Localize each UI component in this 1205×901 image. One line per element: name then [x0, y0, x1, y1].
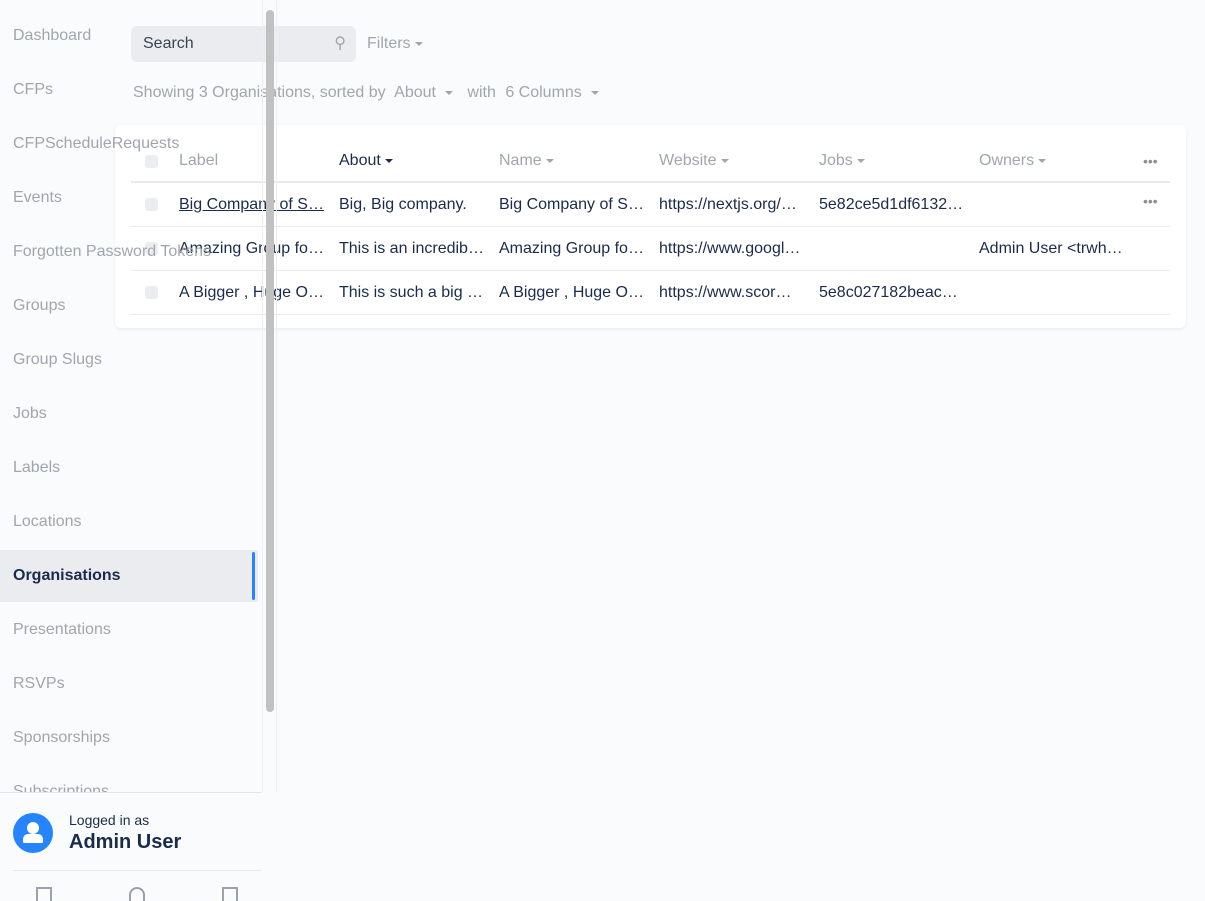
sidebar-item-subscriptions[interactable]: Subscriptions [0, 766, 258, 792]
columns-count: 6 Columns [505, 84, 582, 101]
columns-dropdown[interactable]: 6 Columns [505, 84, 603, 101]
cell-owners: Admin User <trwh… [979, 240, 1123, 257]
sidebar-item-jobs[interactable]: Jobs [0, 388, 258, 440]
sidebar-item-sponsorships[interactable]: Sponsorships [0, 712, 258, 764]
column-owners[interactable]: Owners [979, 139, 1127, 183]
caret-down-icon [444, 90, 453, 95]
sort-field: About [394, 84, 436, 101]
cell-about: Big, Big company. [339, 196, 467, 213]
user-name: Admin User [69, 831, 182, 853]
with-text: with [467, 84, 496, 101]
sidebar-item-locations[interactable]: Locations [0, 496, 258, 548]
cell-website: https://www.scor… [659, 284, 792, 301]
column-name[interactable]: Name [499, 139, 647, 183]
sidebar-item-cfpschedulerequests[interactable]: CFPScheduleRequests [0, 118, 258, 170]
sidebar-item-dashboard[interactable]: Dashboard [0, 10, 258, 62]
cell-about: This is an incredib… [339, 240, 484, 257]
sidebar-divider [262, 0, 263, 792]
table-header: Label About Name Website Jobs Owners ••• [131, 141, 1170, 183]
search-icon: ⚲ [334, 35, 346, 52]
cell-jobs: 5e82ce5d1df6132… [819, 196, 964, 213]
sidebar-item-organisations[interactable]: Organisations [0, 550, 258, 602]
sidebar-scrollbar[interactable] [266, 10, 274, 712]
cell-about: This is such a big … [339, 284, 484, 301]
sidebar-footer: Logged in as Admin User [0, 792, 262, 901]
cell-website: https://nextjs.org/… [659, 196, 797, 213]
sidebar-item-labels[interactable]: Labels [0, 442, 258, 494]
sidebar-item-events[interactable]: Events [0, 172, 258, 224]
column-about[interactable]: About [339, 139, 487, 183]
sidebar-item-rsvps[interactable]: RSVPs [0, 658, 258, 710]
cell-website: https://www.googl… [659, 240, 801, 257]
sidebar-item-group-slugs[interactable]: Group Slugs [0, 334, 258, 386]
avatar [13, 813, 53, 853]
row-actions-icon[interactable]: ••• [1143, 183, 1158, 219]
footer-divider [13, 870, 261, 871]
column-website[interactable]: Website [659, 139, 807, 183]
sidebar: Dashboard CFPs CFPScheduleRequests Events Fo… [0, 0, 262, 792]
caret-down-icon [590, 90, 599, 95]
sidebar-item-forgotten-password-tokens[interactable]: Forgotten Password Tokens [0, 226, 258, 278]
table-row[interactable]: Big Company of S… Big, Big company. Big Co… [131, 183, 1170, 227]
cell-jobs: 5e8c027182beac… [819, 284, 958, 301]
cell-name: Big Company of S… [499, 196, 644, 213]
sort-dropdown[interactable]: About [394, 84, 458, 101]
column-jobs[interactable]: Jobs [819, 139, 967, 183]
filters-label: Filters [367, 35, 411, 52]
cell-name: A Bigger , Huge O… [499, 284, 644, 301]
cell-name: Amazing Group fo… [499, 240, 644, 257]
table-row[interactable]: Amazing Group fo… This is an incredib… Ama… [131, 227, 1170, 271]
sidebar-divider [276, 0, 277, 792]
caret-down-icon [414, 41, 423, 46]
more-options-icon[interactable]: ••• [1143, 141, 1158, 181]
sidebar-item-groups[interactable]: Groups [0, 280, 258, 332]
logged-in-label: Logged in as [69, 812, 150, 828]
sidebar-item-cfps[interactable]: CFPs [0, 64, 258, 116]
sidebar-item-presentations[interactable]: Presentations [0, 604, 258, 656]
filters-button[interactable]: Filters [367, 35, 423, 53]
table-row[interactable]: A Bigger , Huge O… This is such a big … A … [131, 271, 1170, 315]
